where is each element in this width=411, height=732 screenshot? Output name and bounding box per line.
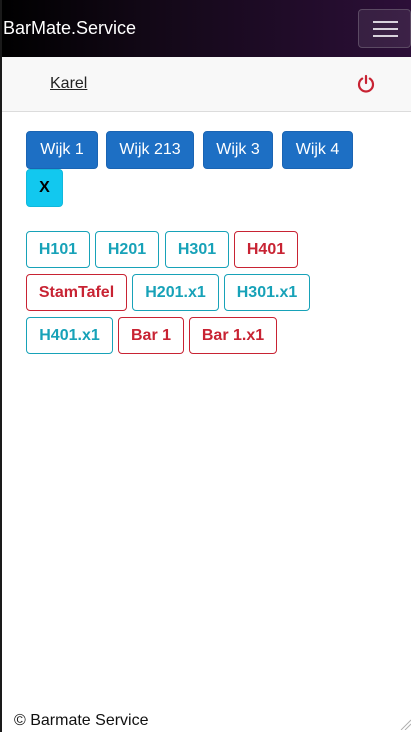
table-button-h101[interactable]: H101 [26, 231, 90, 268]
table-button-h301[interactable]: H301 [165, 231, 229, 268]
power-icon[interactable] [356, 74, 376, 94]
navbar: BarMate.Service [2, 0, 411, 57]
user-bar: Karel [2, 57, 411, 112]
table-button-h201[interactable]: H201 [95, 231, 159, 268]
menu-toggle-button[interactable] [358, 9, 411, 48]
table-button-h201-x1[interactable]: H201.x1 [132, 274, 219, 311]
footer-text: © Barmate Service [14, 712, 149, 729]
neighborhood-button-wijk-4[interactable]: Wijk 4 [282, 131, 353, 169]
hamburger-icon-bar [373, 21, 398, 23]
clear-button[interactable]: X [26, 169, 63, 207]
table-button-h301-x1[interactable]: H301.x1 [224, 274, 310, 311]
table-button-bar-1-x1[interactable]: Bar 1.x1 [189, 317, 277, 354]
table-button-bar-1[interactable]: Bar 1 [118, 317, 184, 354]
neighborhood-button-wijk-213[interactable]: Wijk 213 [106, 131, 194, 169]
app-title[interactable]: BarMate.Service [3, 17, 136, 39]
hamburger-icon-bar [373, 35, 398, 37]
neighborhood-button-wijk-3[interactable]: Wijk 3 [203, 131, 273, 169]
resize-grip-icon[interactable] [399, 718, 411, 730]
hamburger-icon-bar [373, 28, 398, 30]
user-link[interactable]: Karel [50, 75, 87, 93]
table-button-h401[interactable]: H401 [234, 231, 298, 268]
table-button-stamtafel[interactable]: StamTafel [26, 274, 127, 311]
table-button-h401-x1[interactable]: H401.x1 [26, 317, 113, 354]
neighborhood-button-wijk-1[interactable]: Wijk 1 [26, 131, 98, 169]
